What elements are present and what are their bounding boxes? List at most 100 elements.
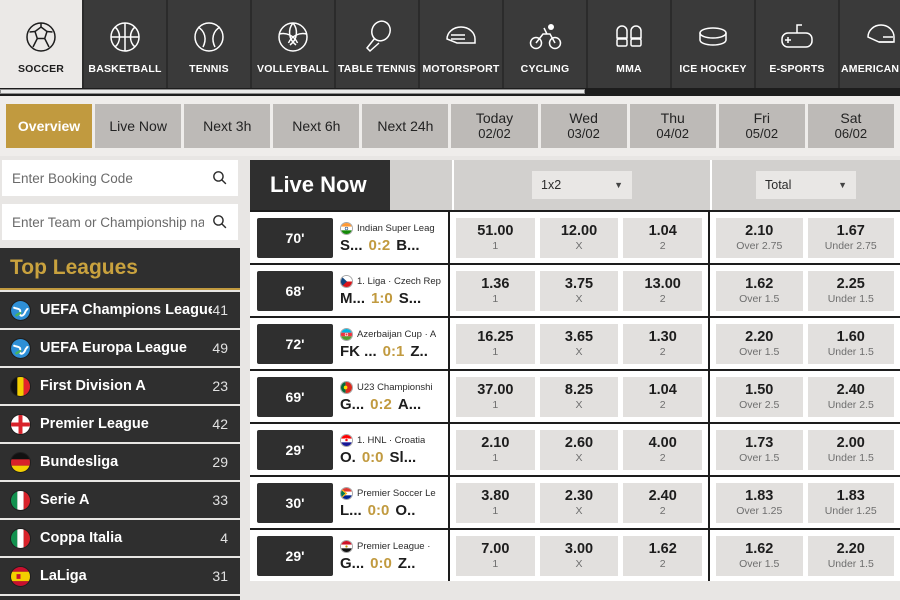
sport-tab-soccer[interactable]: SOCCER <box>0 0 82 96</box>
time-filter-sat[interactable]: Sat 06/02 <box>807 104 894 148</box>
booking-code-search[interactable] <box>2 160 238 196</box>
odd-button-x[interactable]: 12.00 X <box>539 217 619 258</box>
time-filter-fri[interactable]: Fri 05/02 <box>718 104 805 148</box>
odd-button-1[interactable]: 1.36 1 <box>456 270 535 311</box>
odd-button-x[interactable]: 3.00 X <box>539 535 619 576</box>
odd-label: 2 <box>659 240 666 252</box>
odd-button-x[interactable]: 8.25 X <box>539 376 619 417</box>
odd-button-1[interactable]: 2.10 1 <box>456 429 535 470</box>
sports-nav-scrollbar[interactable] <box>0 88 900 96</box>
sidebar-league-item[interactable]: UEFA Europa League 49 <box>0 330 240 366</box>
odd-value: 1.62 <box>745 541 774 557</box>
match-row[interactable]: 29' 1. HNL · Croatia O. 0:0 Sl... 2.10 1 2.60 X 4… <box>250 424 900 475</box>
match-info[interactable]: Azerbaijan Cup · A FK ... 0:1 Z.. <box>340 318 450 369</box>
time-filter-thu[interactable]: Thu 04/02 <box>629 104 716 148</box>
sidebar-league-item[interactable]: Serie A 33 <box>0 482 240 518</box>
total-odd-button[interactable]: 2.20 Over 1.5 <box>716 323 803 364</box>
match-info[interactable]: 1. Liga · Czech Rep M... 1:0 S... <box>340 265 450 316</box>
odd-button-x[interactable]: 3.65 X <box>539 323 619 364</box>
match-info[interactable]: Premier Soccer Le L... 0:0 O.. <box>340 477 450 528</box>
total-odd-button[interactable]: 1.83 Over 1.25 <box>716 482 803 523</box>
odd-button-2[interactable]: 1.30 2 <box>623 323 703 364</box>
total-odd-button[interactable]: 1.67 Under 2.75 <box>807 217 894 258</box>
total-odd-button[interactable]: 1.83 Under 1.25 <box>807 482 894 523</box>
sidebar-league-item[interactable]: Bundesliga 29 <box>0 444 240 480</box>
time-filter-today[interactable]: Today 02/02 <box>451 104 538 148</box>
booking-code-input[interactable] <box>2 160 238 196</box>
sport-tab-american-fo[interactable]: AMERICAN FO... <box>840 0 900 96</box>
odd-button-1[interactable]: 3.80 1 <box>456 482 535 523</box>
match-info[interactable]: Premier League · G... 0:0 Z.. <box>340 530 450 581</box>
total-odd-button[interactable]: 1.73 Over 1.5 <box>716 429 803 470</box>
match-row[interactable]: 72' Azerbaijan Cup · A FK ... 0:1 Z.. 16.25 1 3… <box>250 318 900 369</box>
match-row[interactable]: 30' Premier Soccer Le L... 0:0 O.. 3.80 1 2.30 X… <box>250 477 900 528</box>
time-filter-next-6h[interactable]: Next 6h <box>273 104 360 148</box>
match-total-odds: 2.10 Over 2.75 1.67 Under 2.75 <box>710 212 900 263</box>
odd-button-2[interactable]: 1.62 2 <box>623 535 703 576</box>
match-info[interactable]: 1. HNL · Croatia O. 0:0 Sl... <box>340 424 450 475</box>
scrollbar-thumb[interactable] <box>0 89 585 94</box>
match-info[interactable]: U23 Championshi G... 0:2 A... <box>340 371 450 422</box>
odd-button-x[interactable]: 2.60 X <box>539 429 619 470</box>
odd-button-2[interactable]: 2.40 2 <box>623 482 703 523</box>
time-filter-next-3h[interactable]: Next 3h <box>184 104 271 148</box>
odd-button-2[interactable]: 1.04 2 <box>623 217 703 258</box>
match-time-cell: 72' <box>250 318 340 369</box>
sidebar-league-item[interactable]: UEFA Champions League 41 <box>0 292 240 328</box>
odd-button-x[interactable]: 3.75 X <box>539 270 619 311</box>
sport-tab-basketball[interactable]: BASKETBALL <box>84 0 166 96</box>
sport-tab-volleyball[interactable]: VOLLEYBALL <box>252 0 334 96</box>
match-row[interactable]: 29' Premier League · G... 0:0 Z.. 7.00 1 3.00 X 1… <box>250 530 900 581</box>
odd-label: 2 <box>659 452 666 464</box>
time-filter-overview[interactable]: Overview <box>6 104 93 148</box>
sidebar-league-item[interactable]: Coppa Italia 4 <box>0 520 240 556</box>
time-filter-live-now[interactable]: Live Now <box>95 104 182 148</box>
match-row[interactable]: 69' U23 Championshi G... 0:2 A... 37.00 1 8.25 X… <box>250 371 900 422</box>
sport-tab-e-sports[interactable]: E-SPORTS <box>756 0 838 96</box>
sidebar-league-item[interactable]: Ligue 144 <box>0 596 240 600</box>
team-search-input[interactable] <box>2 204 238 240</box>
total-dropdown[interactable]: Total ▼ <box>756 171 856 199</box>
search-icon <box>211 169 228 186</box>
sidebar-league-item[interactable]: LaLiga 31 <box>0 558 240 594</box>
header-spacer <box>390 160 452 210</box>
total-odd-button[interactable]: 1.60 Under 1.5 <box>807 323 894 364</box>
sport-tab-tennis[interactable]: TENNIS <box>168 0 250 96</box>
total-odd-button[interactable]: 2.10 Over 2.75 <box>716 217 803 258</box>
sport-tab-motorsport[interactable]: MOTORSPORT <box>420 0 502 96</box>
match-info[interactable]: Indian Super Leag S... 0:2 B... <box>340 212 450 263</box>
odd-label: X <box>575 240 583 252</box>
total-odd-button[interactable]: 2.00 Under 1.5 <box>807 429 894 470</box>
odd-button-x[interactable]: 2.30 X <box>539 482 619 523</box>
odd-button-2[interactable]: 13.00 2 <box>623 270 703 311</box>
match-1x2-odds: 37.00 1 8.25 X 1.04 2 <box>450 371 710 422</box>
sidebar-league-item[interactable]: Premier League 42 <box>0 406 240 442</box>
time-filter-wed[interactable]: Wed 03/02 <box>540 104 627 148</box>
sport-tab-cycling[interactable]: CYCLING <box>504 0 586 96</box>
odd-label: Over 1.5 <box>739 558 780 570</box>
odd-button-2[interactable]: 1.04 2 <box>623 376 703 417</box>
total-odd-button[interactable]: 1.50 Over 2.5 <box>716 376 803 417</box>
time-filter-date: 05/02 <box>745 125 779 141</box>
sport-tab-label: TABLE TENNIS <box>337 63 417 75</box>
odd-label: Over 1.25 <box>736 505 783 517</box>
total-odd-button[interactable]: 2.25 Under 1.5 <box>807 270 894 311</box>
team-championship-search[interactable] <box>2 204 238 240</box>
odd-button-1[interactable]: 37.00 1 <box>456 376 535 417</box>
sport-tab-table-tennis[interactable]: TABLE TENNIS <box>336 0 418 96</box>
match-row[interactable]: 68' 1. Liga · Czech Rep M... 1:0 S... 1.36 1 3.… <box>250 265 900 316</box>
total-odd-button[interactable]: 2.20 Under 1.5 <box>807 535 894 576</box>
total-odd-button[interactable]: 1.62 Over 1.5 <box>716 270 803 311</box>
sport-tab-ice-hockey[interactable]: ICE HOCKEY <box>672 0 754 96</box>
odd-button-1[interactable]: 16.25 1 <box>456 323 535 364</box>
market-dropdown[interactable]: 1x2 ▼ <box>532 171 632 199</box>
sidebar-league-item[interactable]: First Division A 23 <box>0 368 240 404</box>
time-filter-next-24h[interactable]: Next 24h <box>362 104 449 148</box>
total-odd-button[interactable]: 1.62 Over 1.5 <box>716 535 803 576</box>
odd-button-1[interactable]: 51.00 1 <box>456 217 535 258</box>
odd-button-1[interactable]: 7.00 1 <box>456 535 535 576</box>
total-odd-button[interactable]: 2.40 Under 2.5 <box>807 376 894 417</box>
odd-button-2[interactable]: 4.00 2 <box>623 429 703 470</box>
match-row[interactable]: 70' Indian Super Leag S... 0:2 B... 51.00 1 12.… <box>250 212 900 263</box>
sport-tab-mma[interactable]: MMA <box>588 0 670 96</box>
